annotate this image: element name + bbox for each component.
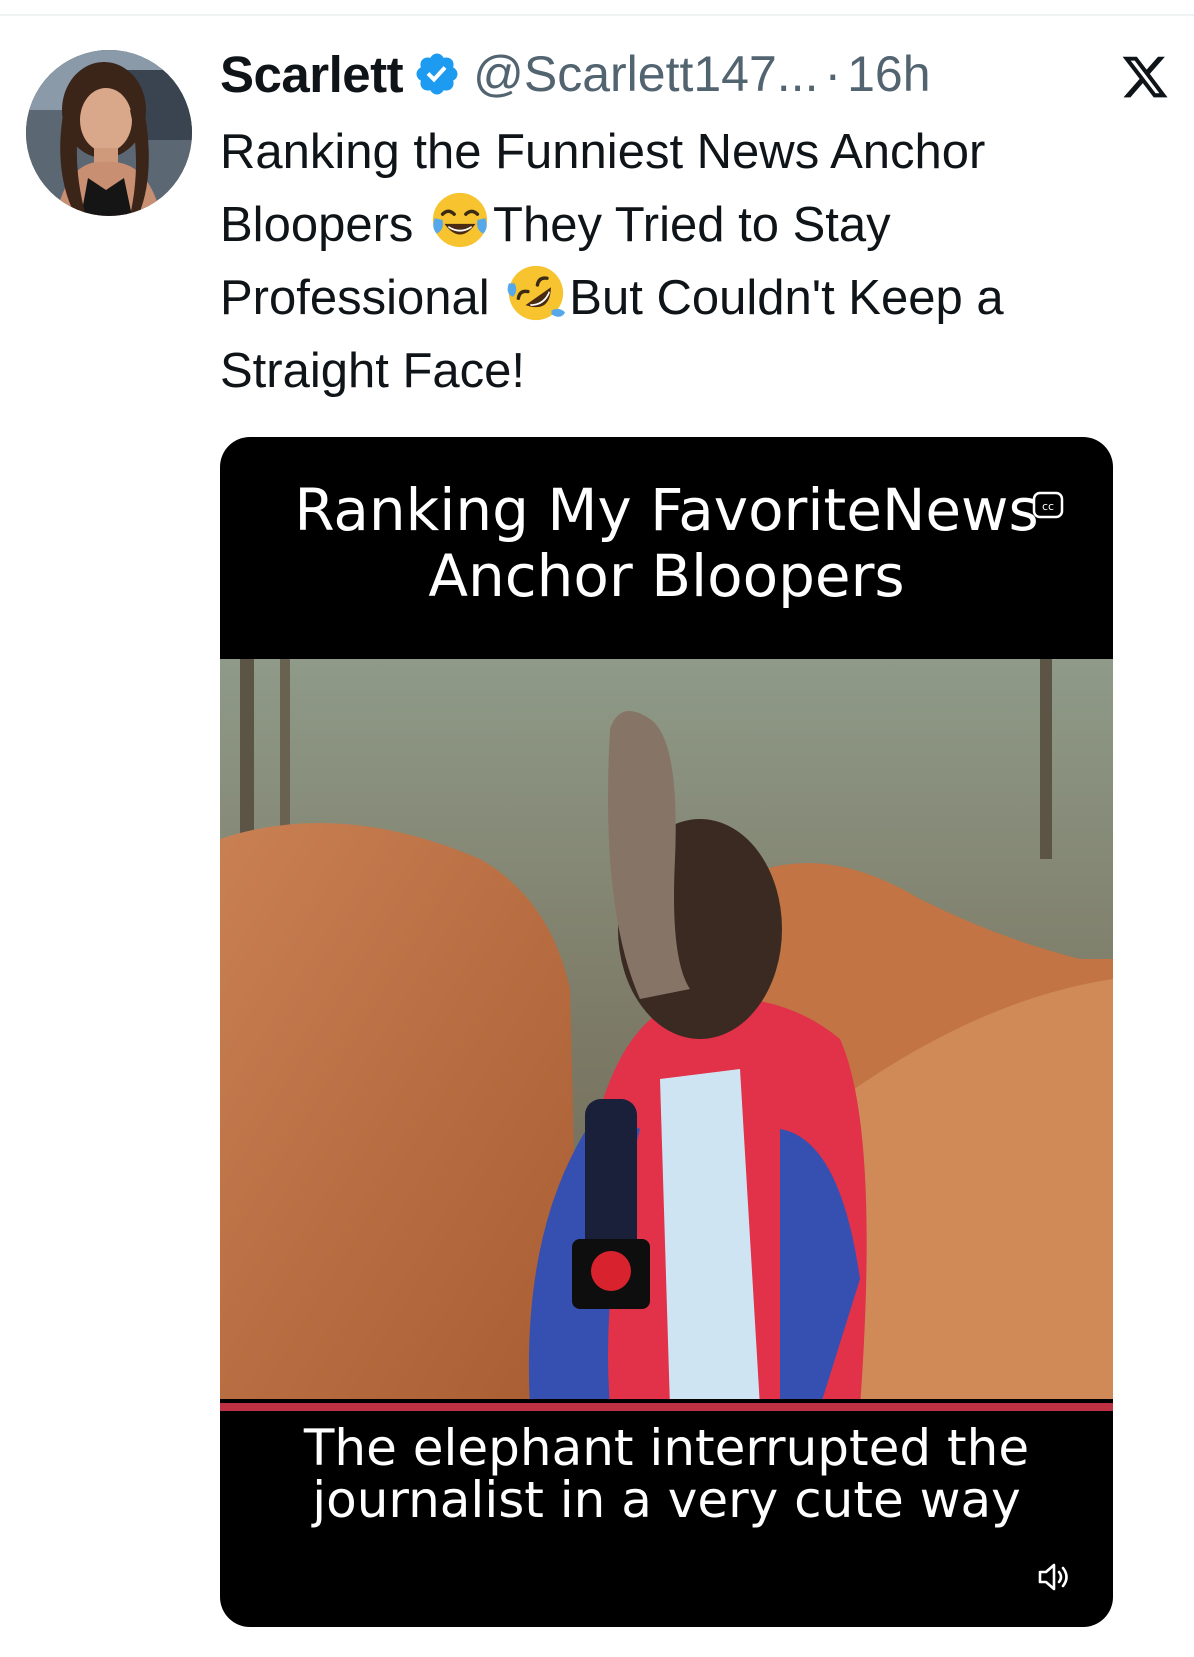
video-caption-line2: journalist in a very cute way (312, 1471, 1021, 1529)
video-caption-line1: The elephant interrupted the (303, 1419, 1030, 1477)
speaker-icon (1038, 1563, 1068, 1591)
face-with-tears-of-joy-icon (429, 189, 491, 251)
closed-captions-icon[interactable]: cc (1032, 491, 1064, 519)
svg-text:cc: cc (1042, 500, 1054, 513)
post-header: Scarlett @Scarlett147... · 16h (220, 44, 931, 104)
video-title-line1: Ranking My FavoriteNews (294, 476, 1039, 544)
verified-badge-icon (413, 50, 461, 98)
avatar[interactable] (26, 50, 192, 216)
video-progress-bar[interactable] (220, 1403, 1113, 1411)
tweet-post[interactable]: Scarlett @Scarlett147... · 16h Ranking t… (0, 0, 1194, 1657)
rolling-on-the-floor-laughing-icon (505, 262, 567, 324)
post-timestamp[interactable]: 16h (847, 45, 930, 103)
separator-dot: · (824, 46, 842, 102)
video-frame (220, 659, 1113, 1407)
display-name[interactable]: Scarlett (220, 45, 404, 104)
video-player[interactable]: Ranking My FavoriteNews Anchor Bloopers … (220, 437, 1113, 1627)
video-title-line2: Anchor Bloopers (428, 542, 905, 610)
video-caption: The elephant interrupted the journalist … (220, 1422, 1113, 1526)
mute-button[interactable] (1020, 1545, 1084, 1609)
tweet-text: Ranking the Funniest News Anchor Blooper… (220, 116, 1160, 408)
user-handle[interactable]: @Scarlett147... (473, 45, 818, 103)
x-logo-icon (1120, 52, 1170, 102)
video-title-overlay: Ranking My FavoriteNews Anchor Bloopers (220, 477, 1113, 609)
